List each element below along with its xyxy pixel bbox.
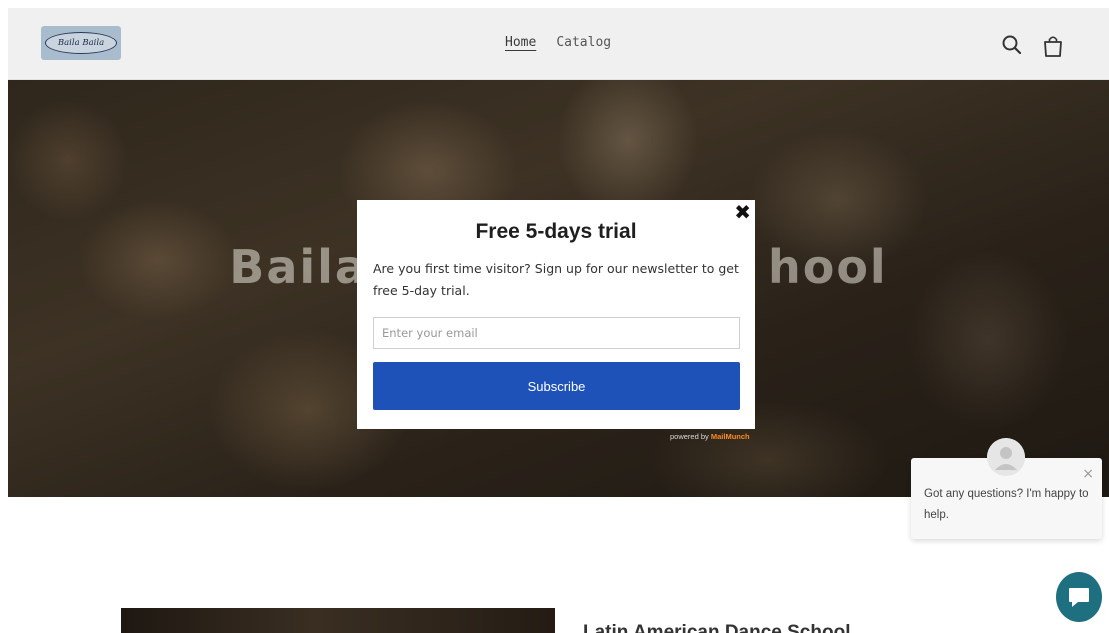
logo-oval: Baila Baila <box>45 32 117 54</box>
logo-text: Baila Baila <box>57 38 105 48</box>
nav-home[interactable]: Home <box>505 35 536 50</box>
section-image <box>121 608 555 633</box>
hero-title-right: hool <box>767 240 888 294</box>
chat-message: Got any questions? I'm happy to help. <box>924 488 1089 521</box>
powered-prefix: powered by <box>670 432 709 441</box>
close-icon[interactable]: ✖ <box>734 202 751 222</box>
chat-avatar <box>987 438 1025 476</box>
hero-title-left: Baila <box>229 240 368 294</box>
site-header: Baila Baila Home Catalog <box>8 8 1109 80</box>
section-heading: Latin American Dance School <box>583 622 851 633</box>
nav-catalog[interactable]: Catalog <box>556 35 611 50</box>
main-nav: Home Catalog <box>505 35 611 50</box>
chat-launcher-icon[interactable] <box>1056 572 1102 622</box>
shopping-bag-icon[interactable] <box>1042 34 1064 57</box>
subscribe-button[interactable]: Subscribe <box>373 362 740 410</box>
powered-by: powered by MailMunch <box>670 432 750 441</box>
newsletter-modal: ✖ Free 5-days trial Are you first time v… <box>357 200 755 429</box>
email-input[interactable] <box>373 317 740 349</box>
chat-close-icon[interactable]: × <box>1082 466 1094 482</box>
modal-description: Are you first time visitor? Sign up for … <box>373 261 739 298</box>
mailmunch-link[interactable]: MailMunch <box>711 432 750 441</box>
modal-title: Free 5-days trial <box>475 220 637 243</box>
site-logo[interactable]: Baila Baila <box>41 26 121 60</box>
search-icon[interactable] <box>1001 34 1023 56</box>
